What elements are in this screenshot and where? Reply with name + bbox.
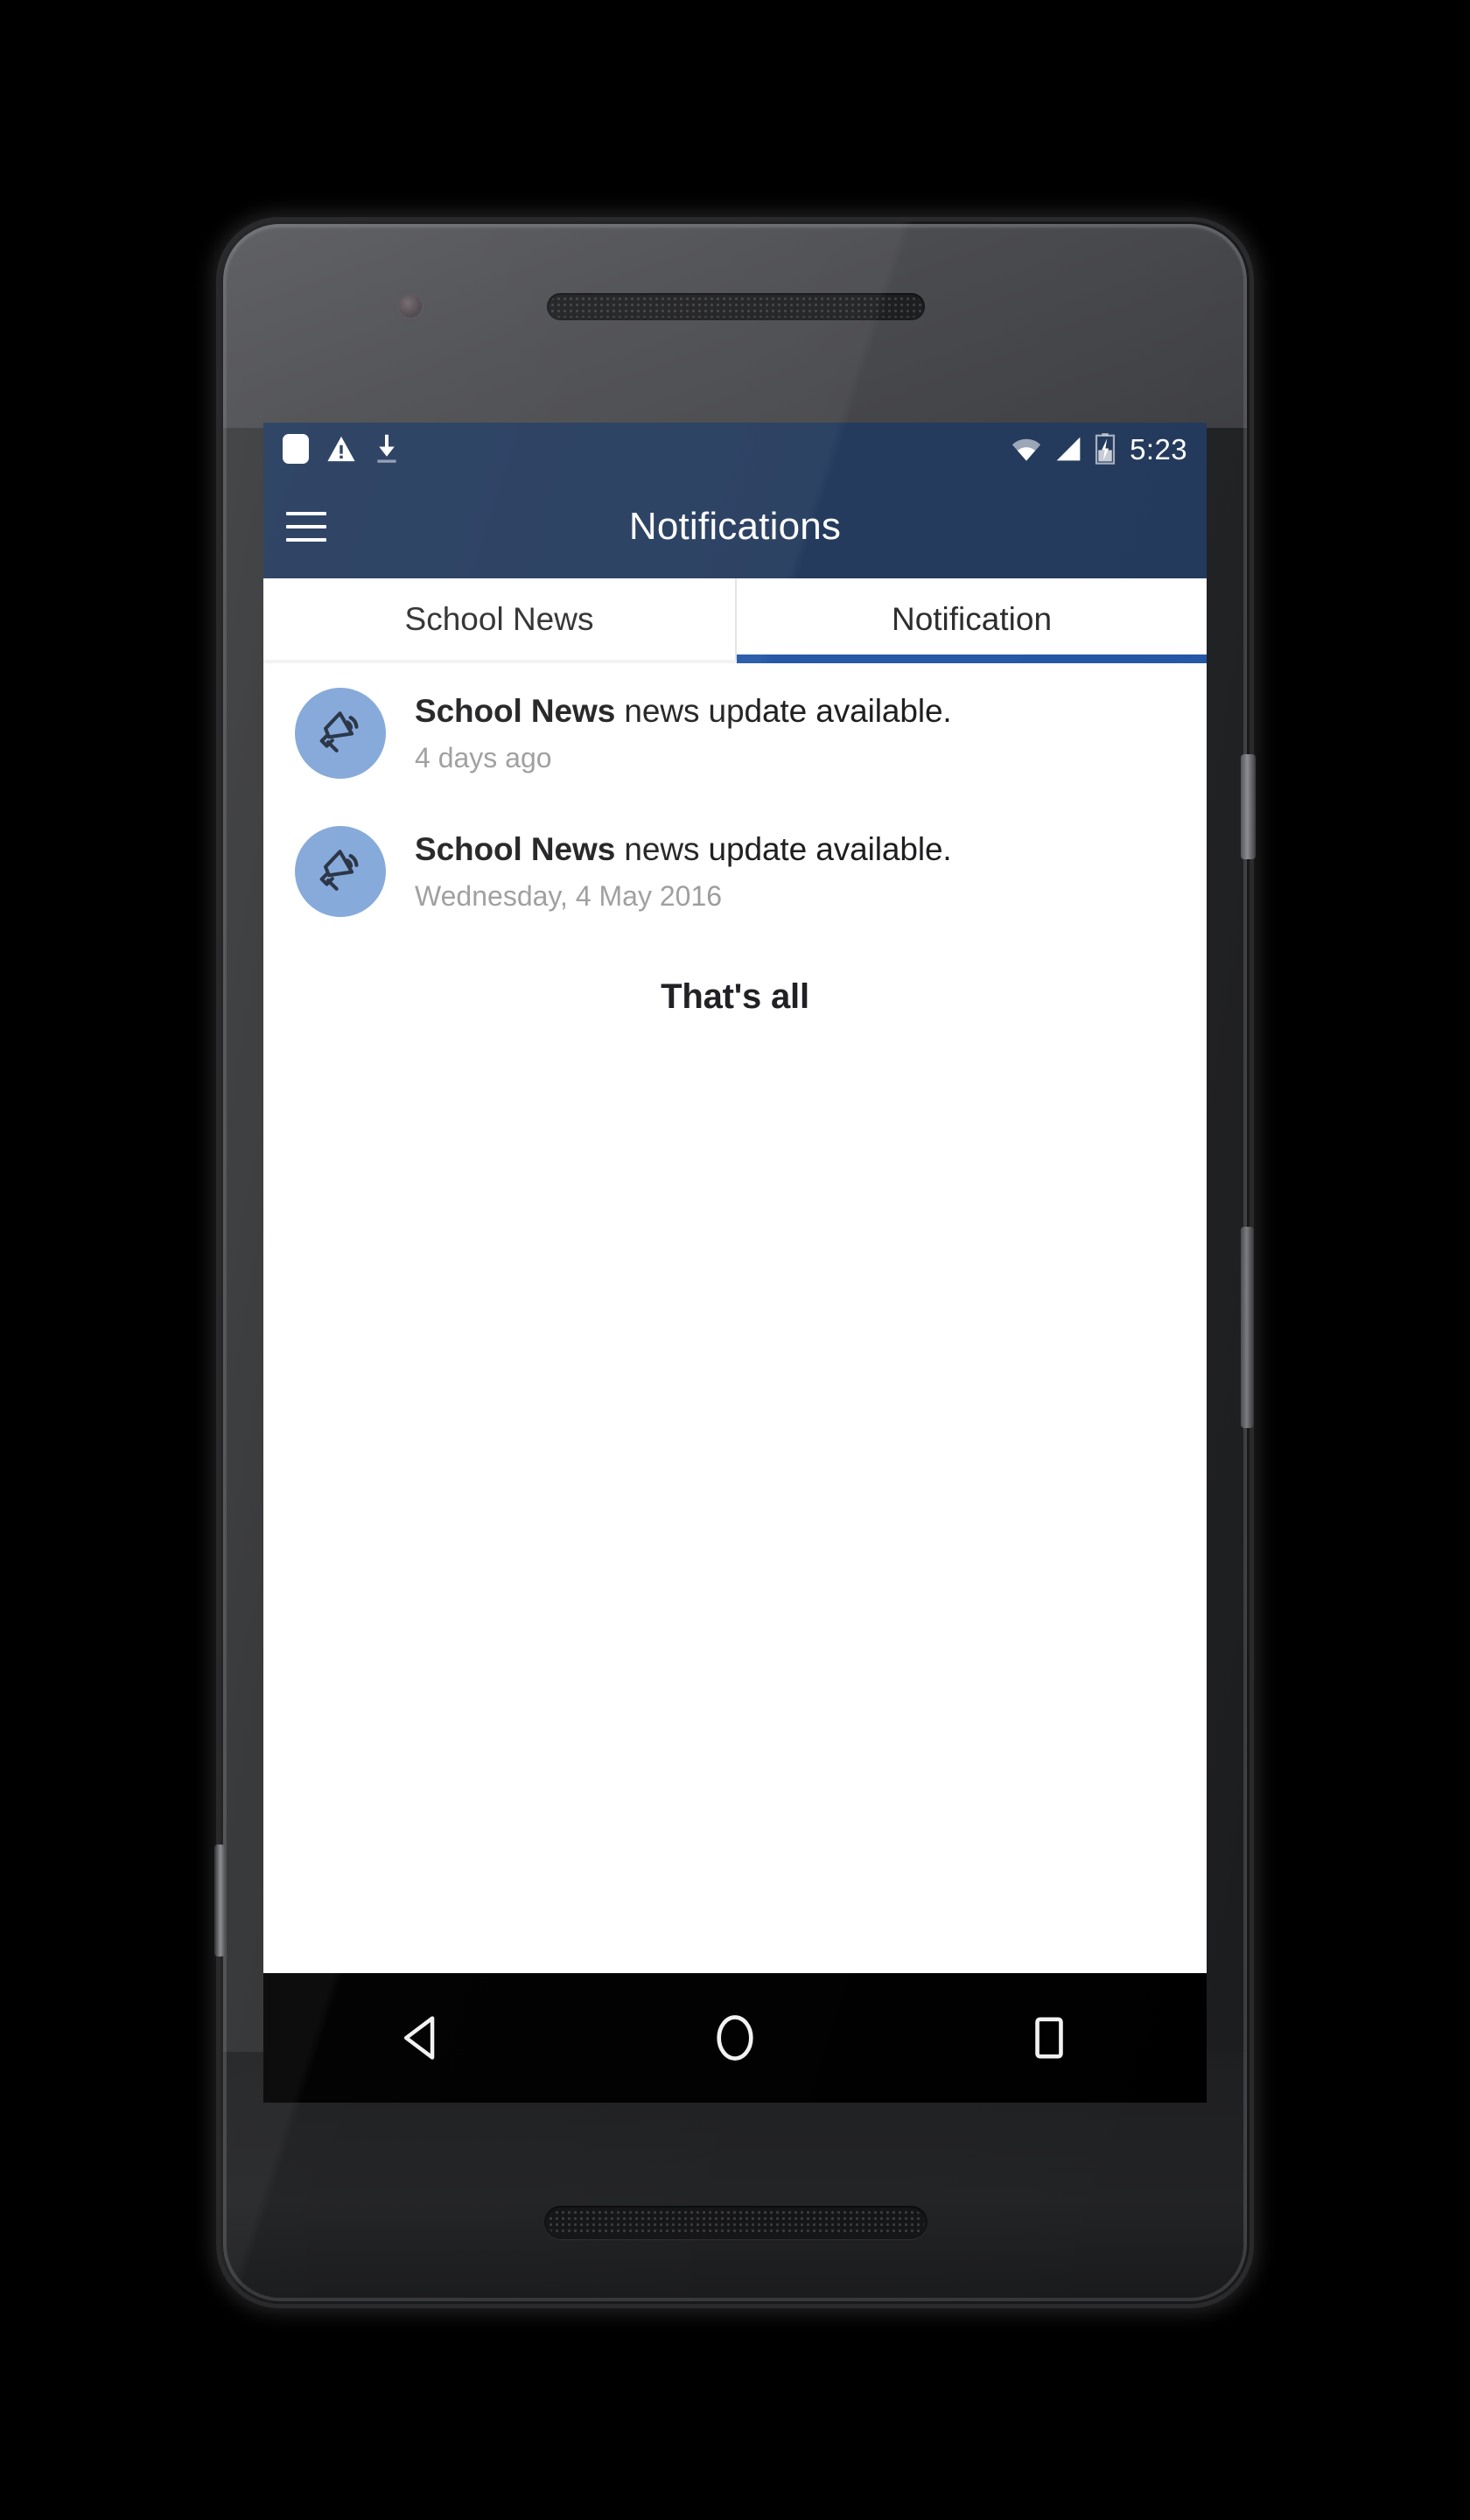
home-button[interactable] (669, 1994, 801, 2082)
list-item-title-bold: School News (415, 831, 616, 867)
home-circle-icon (717, 2015, 753, 2061)
avatar (295, 688, 386, 779)
bottom-speaker (544, 2206, 928, 2239)
tab-school-news-label: School News (404, 600, 594, 637)
megaphone-icon (319, 850, 359, 891)
list-item-title-rest: news update available. (615, 831, 952, 867)
recents-square-icon (1035, 2017, 1064, 2059)
left-side-button[interactable] (214, 1844, 225, 1956)
list-item-text: School News news update available. 4 day… (386, 686, 952, 774)
android-navigation-bar (263, 1973, 1207, 2103)
end-of-list-label: That's all (661, 977, 809, 1016)
front-camera-icon (399, 295, 422, 318)
avatar (295, 826, 386, 917)
tab-notification[interactable]: Notification (735, 578, 1207, 663)
megaphone-icon (319, 711, 359, 752)
status-bar-left-icons (283, 433, 400, 465)
list-item-text: School News news update available. Wedne… (386, 824, 952, 913)
power-button[interactable] (1241, 754, 1256, 859)
tab-bar: School News Notification (263, 578, 1207, 663)
notification-list: School News news update available. 4 day… (263, 663, 1207, 1017)
phone-top-glass (223, 224, 1247, 428)
cell-signal-icon (1056, 437, 1081, 461)
screenshot-root: 5:23 Notifications School News Notificat… (0, 0, 1470, 2520)
app-bar: Notifications (263, 475, 1207, 578)
back-button[interactable] (355, 1994, 486, 2082)
recents-button[interactable] (984, 1994, 1115, 2082)
status-bar-clock: 5:23 (1130, 432, 1187, 466)
blank-notification-icon (283, 434, 309, 464)
list-item-title: School News news update available. (415, 693, 952, 731)
list-item[interactable]: School News news update available. 4 day… (263, 663, 1207, 802)
earpiece-speaker (547, 293, 925, 320)
back-triangle-icon (403, 2016, 434, 2060)
battery-charging-icon (1096, 433, 1116, 465)
tab-school-news[interactable]: School News (263, 578, 735, 660)
download-icon (377, 434, 396, 463)
status-bar-right-icons: 5:23 (1011, 433, 1187, 465)
list-item[interactable]: School News news update available. Wedne… (263, 802, 1207, 940)
volume-rocker[interactable] (1241, 1227, 1254, 1428)
page-title: Notifications (628, 505, 842, 548)
list-item-title: School News news update available. (415, 831, 952, 869)
warning-triangle-icon (327, 436, 355, 462)
hamburger-menu-icon[interactable] (286, 504, 332, 550)
list-item-subtitle: 4 days ago (415, 741, 552, 774)
tab-notification-label: Notification (891, 600, 1053, 637)
list-item-title-rest: news update available. (615, 693, 952, 729)
status-bar: 5:23 (263, 423, 1207, 475)
phone-screen: 5:23 Notifications School News Notificat… (263, 423, 1207, 2103)
list-item-subtitle: Wednesday, 4 May 2016 (415, 879, 723, 912)
wifi-icon (1012, 438, 1041, 461)
list-item-title-bold: School News (415, 693, 616, 729)
